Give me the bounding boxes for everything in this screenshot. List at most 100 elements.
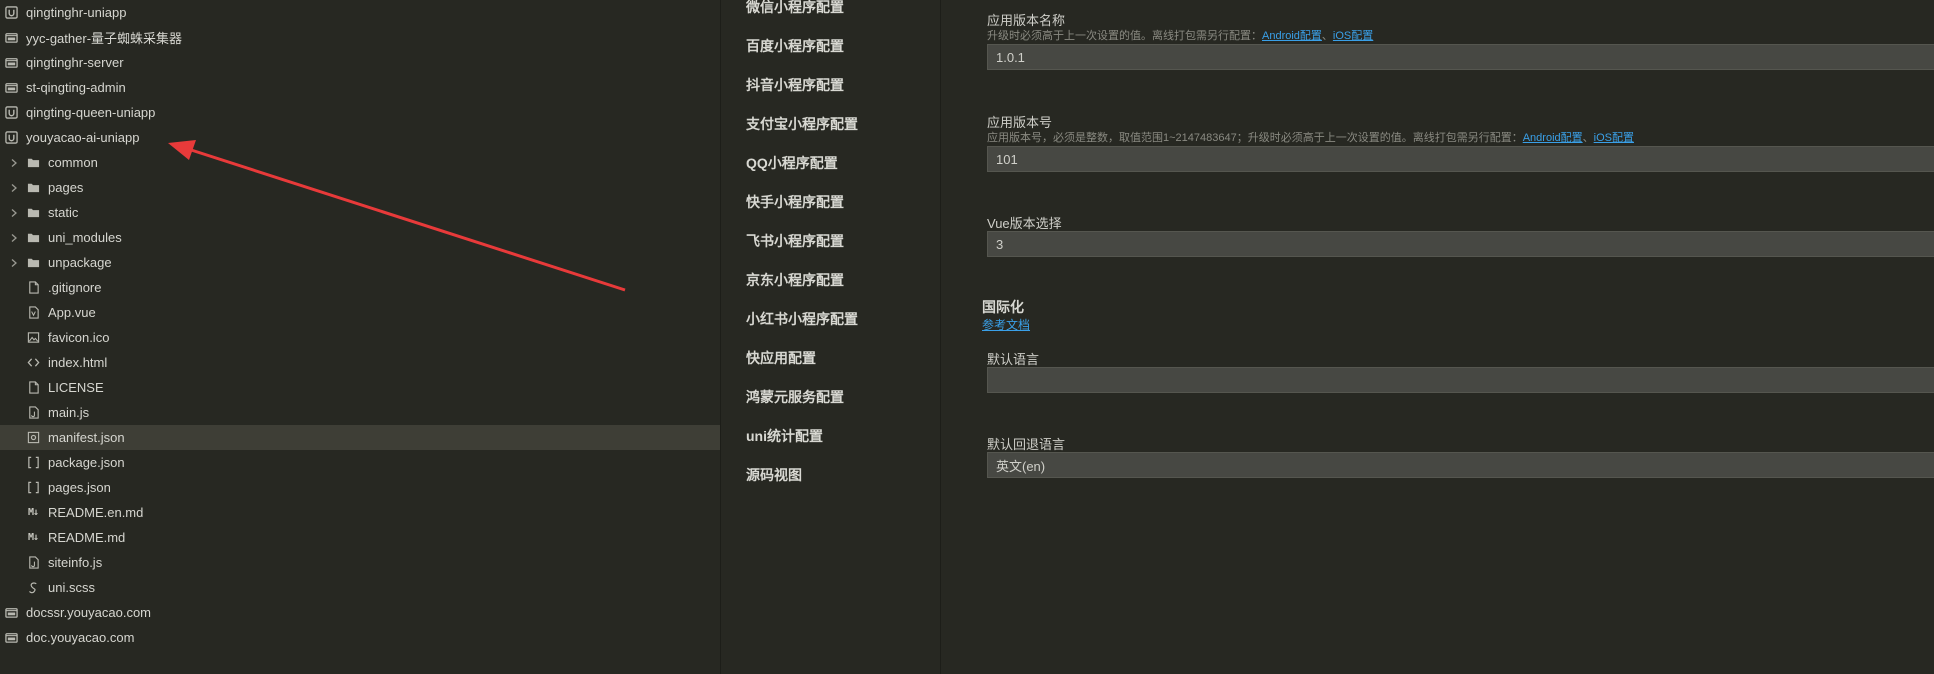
html-file-icon <box>26 356 40 370</box>
config-nav-item[interactable]: 鸿蒙元服务配置 <box>746 388 844 406</box>
fallback-language-select[interactable] <box>987 452 1934 478</box>
tree-item[interactable]: pages <box>0 175 728 200</box>
chevron-right-icon[interactable] <box>8 157 20 169</box>
ios-config-link[interactable]: iOS配置 <box>1333 30 1373 42</box>
tree-item-label: favicon.ico <box>48 330 110 345</box>
tree-item-label: LICENSE <box>48 380 104 395</box>
ios-config-link[interactable]: iOS配置 <box>1594 132 1634 144</box>
i18n-docs-link[interactable]: 参考文档 <box>982 316 1030 333</box>
uniapp-project-icon <box>4 6 18 20</box>
config-nav-item[interactable]: 快应用配置 <box>746 349 816 367</box>
tree-item-label: yyc-gather-量子蜘蛛采集器 <box>26 31 183 46</box>
chevron-right-icon[interactable] <box>8 257 20 269</box>
vue-version-select[interactable] <box>987 231 1934 257</box>
tree-item-label: index.html <box>48 355 108 370</box>
config-nav-item[interactable]: 支付宝小程序配置 <box>746 115 858 133</box>
chevron-right-icon[interactable] <box>8 232 20 244</box>
tree-project-item[interactable]: qingtinghr-server <box>0 50 724 75</box>
config-nav-item[interactable]: 飞书小程序配置 <box>746 232 844 250</box>
tree-item-label: uni_modules <box>48 230 122 245</box>
tree-project-item[interactable]: qingtinghr-uniapp <box>0 0 724 25</box>
caret-spacer <box>8 457 20 469</box>
tree-item[interactable]: package.json <box>0 450 728 475</box>
caret-spacer <box>8 382 20 394</box>
tree-item-label: qingtinghr-uniapp <box>26 5 127 20</box>
tree-item[interactable]: pages.json <box>0 475 728 500</box>
file-icon <box>26 381 40 395</box>
tree-item-label: youyacao-ai-uniapp <box>26 130 140 145</box>
hint-separator: 、 <box>1321 30 1333 42</box>
markdown-file-icon: M↓ <box>27 507 39 518</box>
android-config-link[interactable]: Android配置 <box>1262 30 1322 42</box>
tree-project-item[interactable]: youyacao-ai-uniapp <box>0 125 724 150</box>
version-name-hint-text: 升级时必须高于上一次设置的值。离线打包需另行配置： <box>987 30 1262 42</box>
chevron-right-icon[interactable] <box>8 182 20 194</box>
caret-spacer <box>8 282 20 294</box>
caret-spacer <box>8 507 20 519</box>
tree-item[interactable]: LICENSE <box>0 375 728 400</box>
tree-item[interactable]: .gitignore <box>0 275 728 300</box>
js-file-icon <box>26 556 40 570</box>
tree-item-label: App.vue <box>48 305 96 320</box>
project-folder-icon <box>4 31 18 45</box>
fallback-language-label: 默认回退语言 <box>987 437 1066 452</box>
config-nav-item[interactable]: 微信小程序配置 <box>746 0 844 16</box>
tree-item[interactable]: unpackage <box>0 250 728 275</box>
tree-item-label: common <box>48 155 98 170</box>
project-folder-icon <box>4 81 18 95</box>
tree-item[interactable]: uni_modules <box>0 225 728 250</box>
default-language-input[interactable] <box>987 367 1934 393</box>
manifest-file-icon <box>26 431 40 445</box>
caret-spacer <box>8 332 20 344</box>
tree-item-label: doc.youyacao.com <box>26 630 135 645</box>
tree-item-label: package.json <box>48 455 125 470</box>
vue-file-icon <box>26 306 40 320</box>
tree-item[interactable]: favicon.ico <box>0 325 728 350</box>
tree-project-item[interactable]: doc.youyacao.com <box>0 625 724 650</box>
tree-project-item[interactable]: yyc-gather-量子蜘蛛采集器 <box>0 25 724 50</box>
config-nav-item[interactable]: 源码视图 <box>746 466 802 484</box>
tree-item-label: README.en.md <box>48 505 144 520</box>
tree-project-item[interactable]: st-qingting-admin <box>0 75 724 100</box>
tree-project-item[interactable]: docssr.youyacao.com <box>0 600 724 625</box>
tree-item-label: main.js <box>48 405 90 420</box>
config-nav-item[interactable]: 小红书小程序配置 <box>746 310 858 328</box>
default-language-label: 默认语言 <box>987 352 1040 367</box>
tree-item[interactable]: common <box>0 150 728 175</box>
image-file-icon <box>26 331 40 345</box>
config-nav-item[interactable]: QQ小程序配置 <box>746 154 838 172</box>
tree-item[interactable]: main.js <box>0 400 728 425</box>
caret-spacer <box>8 557 20 569</box>
uniapp-project-icon <box>4 131 18 145</box>
tree-item[interactable]: index.html <box>0 350 728 375</box>
project-explorer: qingtinghr-uniapp yyc-gather-量子蜘蛛采集器 qingt… <box>0 0 728 674</box>
config-nav-item[interactable]: 百度小程序配置 <box>746 37 844 55</box>
config-nav-item[interactable]: uni统计配置 <box>746 427 823 445</box>
tree-item-label: manifest.json <box>48 430 125 445</box>
caret-spacer <box>8 582 20 594</box>
tree-item[interactable]: static <box>0 200 728 225</box>
tree-item-label: pages.json <box>48 480 111 495</box>
tree-project-item[interactable]: qingting-queen-uniapp <box>0 100 724 125</box>
version-code-hint-text: 应用版本号，必须是整数，取值范围1~2147483647；升级时必须高于上一次设… <box>987 132 1523 144</box>
config-nav-item[interactable]: 京东小程序配置 <box>746 271 844 289</box>
config-nav-item[interactable]: 抖音小程序配置 <box>746 76 844 94</box>
folder-icon <box>26 206 40 220</box>
version-name-input[interactable] <box>987 44 1934 70</box>
tree-item[interactable]: siteinfo.js <box>0 550 728 575</box>
tree-item-label: README.md <box>48 530 126 545</box>
caret-spacer <box>8 482 20 494</box>
caret-spacer <box>8 432 20 444</box>
markdown-file-icon: M↓ <box>27 532 39 543</box>
tree-item[interactable]: M↓ README.en.md <box>0 500 728 525</box>
version-code-input[interactable] <box>987 146 1934 172</box>
android-config-link[interactable]: Android配置 <box>1523 132 1583 144</box>
tree-item-label: qingtinghr-server <box>26 55 124 70</box>
tree-item[interactable]: uni.scss <box>0 575 728 600</box>
config-nav-item[interactable]: 快手小程序配置 <box>746 193 844 211</box>
tree-item[interactable]: App.vue <box>0 300 728 325</box>
tree-item-label: .gitignore <box>48 280 102 295</box>
tree-item[interactable]: M↓ README.md <box>0 525 728 550</box>
tree-item[interactable]: manifest.json <box>0 425 728 450</box>
chevron-right-icon[interactable] <box>8 207 20 219</box>
